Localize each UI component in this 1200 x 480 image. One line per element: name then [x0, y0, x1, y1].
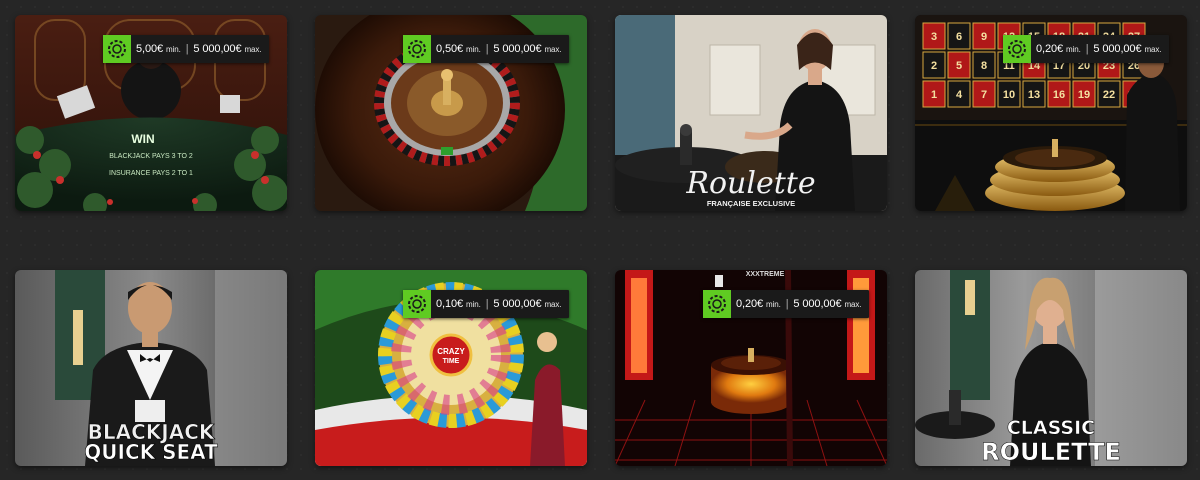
min-bet: 0,10€ [436, 298, 464, 310]
game-title: Roulette [685, 166, 815, 201]
bet-limit-badge: 0,20€ min. | 5 000,00€ max. [703, 290, 870, 318]
number-label: 6 [956, 31, 962, 43]
game-thumbnail: CLASSIC ROULETTE [915, 270, 1187, 466]
max-bet: 5 000,00€ [493, 43, 542, 55]
number-label: 7 [981, 89, 987, 101]
bet-limit-badge: 0,10€ min. | 5 000,00€ max. [403, 290, 570, 318]
number-label: 13 [1028, 89, 1040, 101]
casino-chip-icon [103, 35, 131, 63]
game-subtitle: FRANÇAISE EXCLUSIVE [707, 199, 795, 208]
game-title-line2: ROULETTE [981, 438, 1121, 466]
min-bet: 0,50€ [436, 43, 464, 55]
game-title-line1: CLASSIC [1007, 417, 1095, 439]
casino-chip-icon [403, 290, 431, 318]
game-thumbnail: BLACKJACK QUICK SEAT [15, 270, 287, 466]
max-bet: 5 000,00€ [193, 43, 242, 55]
game-tile-blackjack[interactable]: WIN BLACKJACK PAYS 3 TO 2 INSURANCE PAYS… [15, 15, 287, 211]
number-label: 22 [1103, 89, 1115, 101]
game-tile-roulette-francaise[interactable]: Roulette FRANÇAISE EXCLUSIVE [615, 15, 887, 211]
number-label: 19 [1078, 89, 1090, 101]
game-grid: WIN BLACKJACK PAYS 3 TO 2 INSURANCE PAYS… [0, 0, 1200, 480]
game-tile-classic-roulette[interactable]: CLASSIC ROULETTE [915, 270, 1187, 466]
bet-limit-badge: 0,50€ min. | 5 000,00€ max. [403, 35, 570, 63]
max-bet: 5 000,00€ [1093, 43, 1142, 55]
casino-chip-icon [1003, 35, 1031, 63]
table-text-line2: INSURANCE PAYS 2 TO 1 [109, 170, 193, 177]
min-bet: 5,00€ [136, 43, 164, 55]
number-label: 9 [981, 31, 987, 43]
number-label: 2 [931, 60, 937, 72]
table-sign: WIN [131, 132, 154, 146]
bet-limit-badge: 0,20€ min. | 5 000,00€ max. [1003, 35, 1170, 63]
casino-chip-icon [403, 35, 431, 63]
min-bet: 0,20€ [1036, 43, 1064, 55]
min-bet: 0,20€ [736, 298, 764, 310]
casino-chip-icon [703, 290, 731, 318]
game-tile-lightning-roulette[interactable]: 3691215182124272581114172023261471013161… [915, 15, 1187, 211]
number-label: 10 [1003, 89, 1015, 101]
game-tile-blackjack-quick-seat[interactable]: BLACKJACK QUICK SEAT [15, 270, 287, 466]
game-tile-crazy-time[interactable]: CRAZY TIME 0,10€ min. | 5 000,00€ max. [315, 270, 587, 466]
number-label: 16 [1053, 89, 1065, 101]
logo-line2: TIME [443, 358, 460, 365]
max-bet: 5 000,00€ [793, 298, 842, 310]
table-text-line1: BLACKJACK PAYS 3 TO 2 [109, 153, 193, 160]
logo-line1: CRAZY [437, 347, 465, 356]
number-label: 8 [981, 60, 987, 72]
game-tile-roulette[interactable]: 0,50€ min. | 5 000,00€ max. [315, 15, 587, 211]
number-label: 3 [931, 31, 937, 43]
game-tile-xxxtreme-roulette[interactable]: XXXTREME 0,20€ min. | 5 000,00€ max. [615, 270, 887, 466]
game-sign: XXXTREME [746, 271, 785, 278]
number-label: 5 [956, 60, 962, 72]
max-bet: 5 000,00€ [493, 298, 542, 310]
number-label: 1 [931, 89, 937, 101]
game-thumbnail: Roulette FRANÇAISE EXCLUSIVE [615, 15, 887, 211]
number-label: 4 [956, 89, 963, 101]
game-title-line2: QUICK SEAT [84, 440, 218, 464]
bet-limit-badge: 5,00€ min. | 5 000,00€ max. [103, 35, 270, 63]
